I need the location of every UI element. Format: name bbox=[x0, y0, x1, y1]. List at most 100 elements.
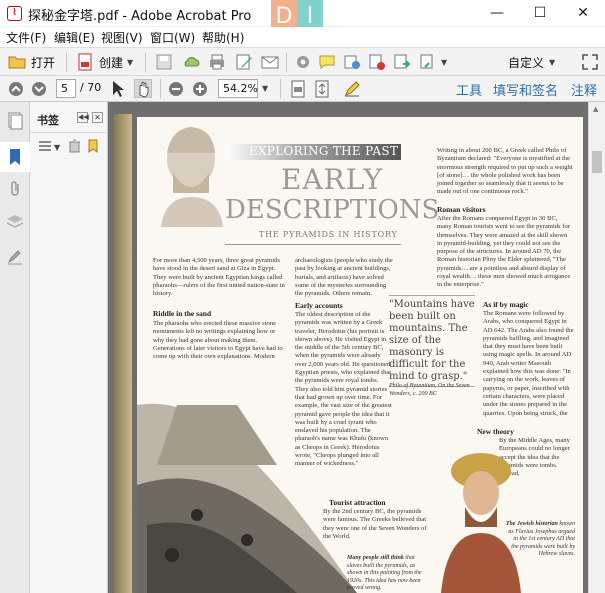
sign-pen-icon[interactable] bbox=[343, 80, 361, 98]
josephus-portrait-image bbox=[441, 453, 521, 593]
bookmarks-panel: 书签 ◀◀ ✕ ▼ bbox=[30, 102, 108, 593]
save-icon[interactable] bbox=[155, 53, 173, 71]
customize-dropdown-icon[interactable]: ▼ bbox=[549, 58, 555, 67]
painting-caption-bold: Many people still think bbox=[347, 555, 404, 561]
close-button[interactable]: ✕ bbox=[568, 3, 598, 23]
next-page-icon[interactable] bbox=[31, 81, 47, 97]
hand-tool-icon[interactable] bbox=[134, 79, 152, 98]
page-thumbnails-icon[interactable] bbox=[7, 112, 23, 130]
create-dropdown-icon[interactable]: ▼ bbox=[127, 58, 133, 67]
scroll-thumb[interactable] bbox=[592, 151, 602, 173]
fullscreen-icon[interactable] bbox=[581, 53, 599, 71]
tourist-heading: Tourist attraction bbox=[329, 498, 386, 507]
acrobat-app-icon: ⌇ bbox=[7, 6, 22, 21]
prev-page-icon[interactable] bbox=[8, 81, 24, 97]
select-arrow-icon[interactable] bbox=[110, 80, 126, 98]
painting-caption: Many people still think that slaves buil… bbox=[347, 555, 429, 593]
main-toolbar: 打开 创建 ▼ ▼ 自定义 ▼ bbox=[0, 47, 605, 76]
riddle-paragraph: The pharaohs who erected these massive s… bbox=[153, 320, 283, 361]
roman-heading: Roman visitors bbox=[437, 205, 486, 214]
pull-quote: "Mountains have been built on mountains.… bbox=[389, 299, 475, 382]
menu-view[interactable]: 视图(V) bbox=[101, 29, 143, 46]
herodotus-bust-image bbox=[161, 127, 223, 227]
options-dropdown-icon[interactable]: ▼ bbox=[54, 143, 60, 152]
page-number-input[interactable]: 5 bbox=[56, 79, 76, 98]
edit-document-icon[interactable] bbox=[235, 53, 253, 71]
subtitle: THE PYRAMIDS IN HISTORY bbox=[259, 230, 398, 239]
create-button[interactable]: 创建 bbox=[99, 54, 123, 71]
riddle-heading: Riddle in the sand bbox=[153, 309, 212, 318]
toolbar-separator bbox=[280, 79, 281, 99]
zoom-dropdown-icon[interactable]: ▼ bbox=[262, 84, 268, 93]
panel-collapse-icon[interactable]: ◀◀ bbox=[77, 112, 89, 123]
menu-file[interactable]: 文件(F) bbox=[6, 29, 46, 46]
gear-icon[interactable] bbox=[294, 53, 312, 71]
attachment-paperclip-icon[interactable] bbox=[7, 180, 23, 198]
window-title: 探秘金字塔.pdf - Adobe Acrobat Pro bbox=[28, 9, 252, 24]
col3-top-paragraph: Writing in about 200 BC, a Greek called … bbox=[437, 147, 573, 196]
fit-page-icon[interactable] bbox=[290, 80, 306, 98]
bookmark-icon[interactable] bbox=[8, 148, 22, 166]
tools-pane-link[interactable]: 工具 bbox=[456, 80, 482, 99]
header-tag: EXPLORING THE PAST bbox=[249, 144, 399, 158]
comment-bubble-icon[interactable] bbox=[318, 53, 336, 71]
navigation-toolbar: 5 / 70 54.2% ▼ 工具 填写和签名 注释 bbox=[0, 76, 605, 102]
signatures-pen-icon[interactable] bbox=[6, 248, 24, 266]
scroll-mode-icon[interactable] bbox=[314, 80, 330, 98]
customize-button[interactable]: 自定义 bbox=[508, 54, 544, 71]
page-total: / 70 bbox=[80, 81, 102, 94]
email-icon[interactable] bbox=[261, 53, 279, 71]
josephus-caption: The Jewish historian known as Flavius Jo… bbox=[505, 521, 575, 559]
early-accounts-heading: Early accounts bbox=[295, 301, 343, 310]
comment-pane-link[interactable]: 注释 bbox=[571, 80, 597, 99]
panel-close-icon[interactable]: ✕ bbox=[92, 112, 103, 123]
roman-paragraph: After the Romans conquered Egypt in 30 B… bbox=[437, 215, 571, 289]
share-icon[interactable] bbox=[343, 53, 361, 71]
pdf-page: EXPLORING THE PAST EARLY DESCRIPTIONS TH… bbox=[137, 117, 583, 593]
magic-heading: As if by magic bbox=[483, 300, 529, 309]
menu-window[interactable]: 窗口(W) bbox=[150, 29, 195, 46]
menu-edit[interactable]: 编辑(E) bbox=[54, 29, 95, 46]
navigation-rail bbox=[0, 102, 30, 593]
menu-help[interactable]: 帮助(H) bbox=[202, 29, 244, 46]
vertical-scrollbar[interactable]: ▲ bbox=[588, 102, 605, 593]
bookmarks-panel-title: 书签 bbox=[37, 114, 59, 127]
pull-quote-box: "Mountains have been built on mountains.… bbox=[389, 295, 475, 387]
josephus-caption-bold: The Jewish historian bbox=[505, 521, 558, 527]
title-early: EARLY bbox=[281, 163, 384, 196]
maximize-button[interactable]: ☐ bbox=[525, 3, 555, 23]
bookmark-options-icon[interactable] bbox=[38, 140, 52, 152]
panel-divider bbox=[30, 132, 108, 133]
scroll-up-icon[interactable]: ▲ bbox=[593, 105, 598, 113]
remove-icon[interactable] bbox=[368, 53, 386, 71]
zoom-in-icon[interactable] bbox=[192, 81, 208, 97]
open-folder-icon[interactable] bbox=[8, 53, 26, 71]
new-bookmark-icon[interactable] bbox=[86, 139, 100, 153]
pull-quote-source: Philo of Byzantium, On the Seven Wonders… bbox=[389, 383, 470, 397]
toolbar-separator bbox=[66, 52, 67, 72]
menu-bar: 文件(F) 编辑(E) 视图(V) 窗口(W) 帮助(H) bbox=[0, 27, 605, 47]
title-descriptions: DESCRIPTIONS bbox=[225, 195, 440, 225]
intro-paragraph: For more than 4,500 years, three great p… bbox=[153, 257, 285, 298]
toolbar-separator bbox=[160, 79, 161, 99]
magic-paragraph: The Romans were followed by Arabs, who c… bbox=[483, 310, 574, 418]
delete-bookmark-icon[interactable] bbox=[68, 139, 81, 153]
more-tools-dropdown-icon[interactable]: ▼ bbox=[441, 58, 447, 67]
col2-top-paragraph: archaeologists (people who study the pas… bbox=[295, 257, 393, 298]
toolbar-separator bbox=[286, 52, 287, 72]
title-bar: ⌇ 探秘金字塔.pdf - Adobe Acrobat Pro D I — ☐ … bbox=[0, 0, 605, 34]
tourist-paragraph: By the 2nd century BC, the pyramids were… bbox=[323, 508, 427, 540]
export-icon[interactable] bbox=[393, 53, 411, 71]
organize-pages-icon[interactable] bbox=[418, 53, 436, 71]
facing-page-edge bbox=[114, 114, 132, 593]
toolbar-separator bbox=[145, 52, 146, 72]
fill-sign-pane-link[interactable]: 填写和签名 bbox=[493, 80, 558, 99]
open-button[interactable]: 打开 bbox=[31, 54, 55, 71]
zoom-out-icon[interactable] bbox=[168, 81, 184, 97]
zoom-level-input[interactable]: 54.2% bbox=[218, 79, 258, 98]
upload-cloud-icon[interactable] bbox=[182, 53, 200, 71]
create-pdf-icon[interactable] bbox=[76, 53, 94, 71]
minimize-button[interactable]: — bbox=[482, 3, 512, 23]
print-icon[interactable] bbox=[208, 53, 226, 71]
layers-icon[interactable] bbox=[6, 214, 24, 230]
